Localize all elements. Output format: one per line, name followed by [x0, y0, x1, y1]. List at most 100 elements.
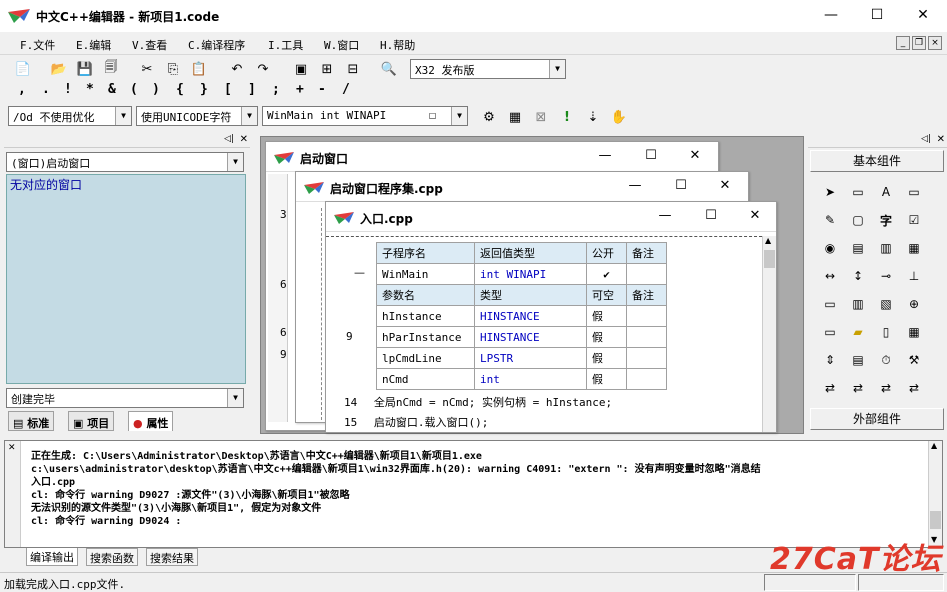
symbol-lbracket[interactable]: [ — [224, 82, 232, 97]
radio-icon[interactable]: ◉ — [820, 238, 840, 258]
optimization-select[interactable]: /Od 不使用优化 ▼ — [8, 106, 132, 126]
table-cell[interactable]: int WINAPI — [474, 263, 587, 285]
table-cell[interactable] — [626, 347, 667, 369]
tab-properties[interactable]: ● 属性 — [128, 411, 174, 431]
table-cell[interactable]: LPSTR — [474, 347, 587, 369]
symbol-slash[interactable]: / — [342, 82, 350, 97]
symbol-star[interactable]: * — [86, 82, 94, 97]
tab-compile-output[interactable]: 编译输出 — [26, 548, 78, 566]
mdi-minimize-icon[interactable]: _ — [896, 36, 910, 50]
menu-view[interactable]: V.查看 — [132, 37, 167, 53]
table-cell[interactable]: int — [474, 368, 587, 390]
text-icon[interactable]: A — [876, 182, 896, 202]
table-cell[interactable]: hParInstance — [376, 326, 475, 348]
symbol-plus[interactable]: + — [296, 82, 304, 97]
image-icon[interactable]: ▧ — [876, 294, 896, 314]
mdi-close-icon[interactable]: × — [928, 36, 942, 50]
object-select[interactable]: (窗口)启动窗口 ▼ — [6, 152, 244, 172]
save-all-icon[interactable]: 🗐 — [100, 58, 122, 80]
symbol-period[interactable]: . — [42, 82, 50, 97]
listbox-icon[interactable]: ▥ — [876, 238, 896, 258]
scroll-up-icon[interactable]: ▲ — [931, 441, 937, 450]
event-list[interactable]: 无对应的窗口 — [6, 174, 246, 384]
table-icon[interactable]: ▦ — [904, 238, 924, 258]
copy-icon[interactable]: ⎘ — [162, 58, 184, 80]
menu-edit[interactable]: E.编辑 — [76, 37, 111, 53]
code-text[interactable]: 启动窗口.载入窗口(); — [374, 416, 489, 429]
tools-icon[interactable]: ⚒ — [904, 350, 924, 370]
basic-components-header[interactable]: 基本组件 — [810, 150, 944, 172]
status-select[interactable]: 创建完毕 ▼ — [6, 388, 244, 408]
close-button[interactable]: ✕ — [680, 148, 710, 163]
tree-icon[interactable]: ⊟ — [342, 58, 364, 80]
symbol-comma[interactable]: , — [18, 82, 26, 97]
folder-icon[interactable]: ▰ — [848, 322, 868, 342]
timer-icon[interactable]: ⏱ — [876, 350, 896, 370]
table-cell[interactable]: hInstance — [376, 305, 475, 327]
table-cell[interactable]: HINSTANCE — [474, 305, 587, 327]
track-icon[interactable]: ⊥ — [904, 266, 924, 286]
collapse-marker[interactable]: — — [354, 266, 365, 279]
close-button[interactable]: ✕ — [740, 208, 770, 223]
scroll-thumb[interactable] — [930, 511, 941, 529]
step-icon[interactable]: ⇣ — [582, 106, 604, 128]
save-icon[interactable]: 💾 — [74, 58, 96, 80]
minimize-button[interactable]: — — [808, 0, 854, 30]
search-icon[interactable]: 🔍 — [378, 58, 400, 80]
build-config-select[interactable]: X32 发布版 ▼ — [410, 59, 566, 79]
tab-search-results[interactable]: 搜索结果 — [146, 548, 198, 566]
scroll-thumb[interactable] — [764, 250, 775, 268]
maximize-button[interactable]: ☐ — [636, 148, 666, 163]
table-cell[interactable] — [626, 326, 667, 348]
tab-project[interactable]: ▣ 项目 — [68, 411, 115, 431]
output-scrollbar[interactable]: ▲ ▼ — [928, 441, 942, 547]
stop-icon[interactable]: ⊠ — [530, 106, 552, 128]
close-icon[interactable]: ✕ — [8, 443, 16, 453]
table-cell[interactable]: lpCmdLine — [376, 347, 475, 369]
close-button[interactable]: ✕ — [710, 178, 740, 193]
link-icon[interactable]: ⇄ — [820, 378, 840, 398]
entry-select[interactable]: WinMain int WINAPI ☐ ▼ — [262, 106, 468, 126]
external-components-header[interactable]: 外部组件 — [810, 408, 944, 430]
menu-help[interactable]: H.帮助 — [380, 37, 415, 53]
maximize-button[interactable]: ☐ — [854, 0, 900, 30]
checkbox-icon[interactable]: ☑ — [904, 210, 924, 230]
run-icon[interactable]: ! — [556, 106, 578, 128]
paste-icon[interactable]: 📋 — [188, 58, 210, 80]
table-cell[interactable]: WinMain — [376, 263, 475, 285]
transfer-icon[interactable]: ⇄ — [876, 378, 896, 398]
symbol-lparen[interactable]: ( — [130, 82, 138, 97]
menu-file[interactable]: F.文件 — [20, 37, 55, 53]
table-cell[interactable] — [626, 305, 667, 327]
document-icon[interactable]: ▯ — [876, 322, 896, 342]
window-entry[interactable]: 入口.cpp — ☐ ✕ — 9 子程序名 返回值类型 公开 备注 WinMai… — [325, 201, 777, 433]
table-cell[interactable]: HINSTANCE — [474, 326, 587, 348]
connect-icon[interactable]: ⇄ — [848, 378, 868, 398]
charset-select[interactable]: 使用UNICODE字符 ▼ — [136, 106, 258, 126]
table-row[interactable]: hParInstance HINSTANCE 假 — [376, 326, 667, 348]
progress-icon[interactable]: ▤ — [848, 350, 868, 370]
close-icon[interactable]: ✕ — [937, 134, 945, 145]
calendar-icon[interactable]: ▦ — [904, 322, 924, 342]
table-cell[interactable] — [626, 368, 667, 390]
scroll-h-icon[interactable]: ↔ — [820, 266, 840, 286]
bars-icon[interactable]: ▥ — [848, 294, 868, 314]
code-line[interactable]: 15 启动窗口.载入窗口(); — [344, 414, 488, 430]
char-icon[interactable]: 字 — [876, 210, 896, 230]
label-icon[interactable]: ▭ — [848, 182, 868, 202]
frame-icon[interactable]: ▭ — [820, 322, 840, 342]
table-cell[interactable]: 假 — [586, 326, 627, 348]
table-cell[interactable] — [626, 263, 667, 285]
globe-icon[interactable]: ⊕ — [904, 294, 924, 314]
table-row[interactable]: lpCmdLine LPSTR 假 — [376, 347, 667, 369]
list-item[interactable]: 无对应的窗口 — [10, 176, 82, 193]
table-cell[interactable]: 假 — [586, 347, 627, 369]
undo-icon[interactable]: ↶ — [226, 58, 248, 80]
tab-standard[interactable]: ▤ 标准 — [8, 411, 55, 431]
code-text[interactable]: 全局nCmd = nCmd; 实例句柄 = hInstance; — [374, 396, 612, 409]
window-icon[interactable]: ▣ — [290, 58, 312, 80]
table-cell[interactable]: nCmd — [376, 368, 475, 390]
code-line[interactable]: 14 全局nCmd = nCmd; 实例句柄 = hInstance; — [344, 394, 612, 410]
checkmark-icon[interactable]: ✔ — [586, 263, 627, 285]
output-panel[interactable]: ✕ 正在生成: C:\Users\Administrator\Desktop\苏… — [4, 440, 943, 548]
